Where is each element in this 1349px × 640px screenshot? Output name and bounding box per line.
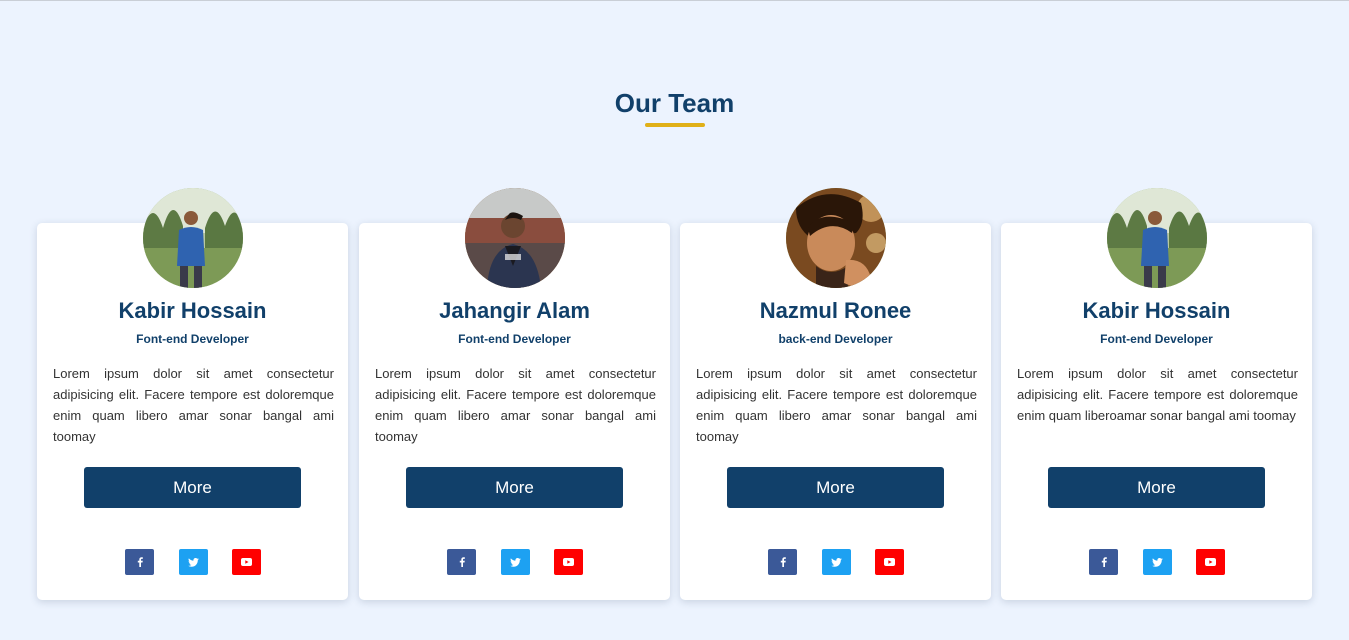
- social-links: [37, 549, 348, 575]
- twitter-icon[interactable]: [501, 549, 530, 575]
- twitter-icon[interactable]: [1143, 549, 1172, 575]
- twitter-icon[interactable]: [822, 549, 851, 575]
- twitter-icon[interactable]: [179, 549, 208, 575]
- member-description: Lorem ipsum dolor sit amet consectetur a…: [1017, 366, 1298, 423]
- facebook-icon[interactable]: [1089, 549, 1118, 575]
- team-card: Kabir Hossain Font-end Developer Lorem i…: [37, 188, 348, 600]
- team-card: Kabir Hossain Font-end Developer Lorem i…: [1001, 188, 1312, 600]
- youtube-icon[interactable]: [232, 549, 261, 575]
- youtube-icon[interactable]: [875, 549, 904, 575]
- member-name: Jahangir Alam: [439, 298, 590, 323]
- avatar: [143, 188, 243, 288]
- facebook-icon[interactable]: [447, 549, 476, 575]
- member-name: Nazmul Ronee: [759, 298, 912, 323]
- member-description: Lorem ipsum dolor sit amet consectetur a…: [696, 366, 977, 444]
- facebook-icon[interactable]: [768, 549, 797, 575]
- member-role: Font-end Developer: [1100, 332, 1213, 346]
- more-button[interactable]: More: [1048, 467, 1265, 508]
- facebook-icon[interactable]: [125, 549, 154, 575]
- social-links: [680, 549, 991, 575]
- youtube-icon[interactable]: [1196, 549, 1225, 575]
- member-role: Font-end Developer: [458, 332, 571, 346]
- team-card: Jahangir Alam Font-end Developer Lorem i…: [359, 188, 670, 600]
- team-card: Nazmul Ronee back-end Developer Lorem ip…: [680, 188, 991, 600]
- avatar: [786, 188, 886, 288]
- youtube-icon[interactable]: [554, 549, 583, 575]
- avatar: [465, 188, 565, 288]
- team-cards: Kabir Hossain Font-end Developer Lorem i…: [0, 0, 1349, 640]
- member-description: Lorem ipsum dolor sit amet consectetur a…: [375, 366, 656, 444]
- member-name: Kabir Hossain: [118, 298, 267, 323]
- member-role: back-end Developer: [778, 332, 893, 346]
- member-description: Lorem ipsum dolor sit amet consectetur a…: [53, 366, 334, 444]
- social-links: [1001, 549, 1312, 575]
- more-button[interactable]: More: [84, 467, 301, 508]
- more-button[interactable]: More: [727, 467, 944, 508]
- avatar: [1107, 188, 1207, 288]
- member-role: Font-end Developer: [136, 332, 249, 346]
- member-name: Kabir Hossain: [1082, 298, 1231, 323]
- more-button[interactable]: More: [406, 467, 623, 508]
- social-links: [359, 549, 670, 575]
